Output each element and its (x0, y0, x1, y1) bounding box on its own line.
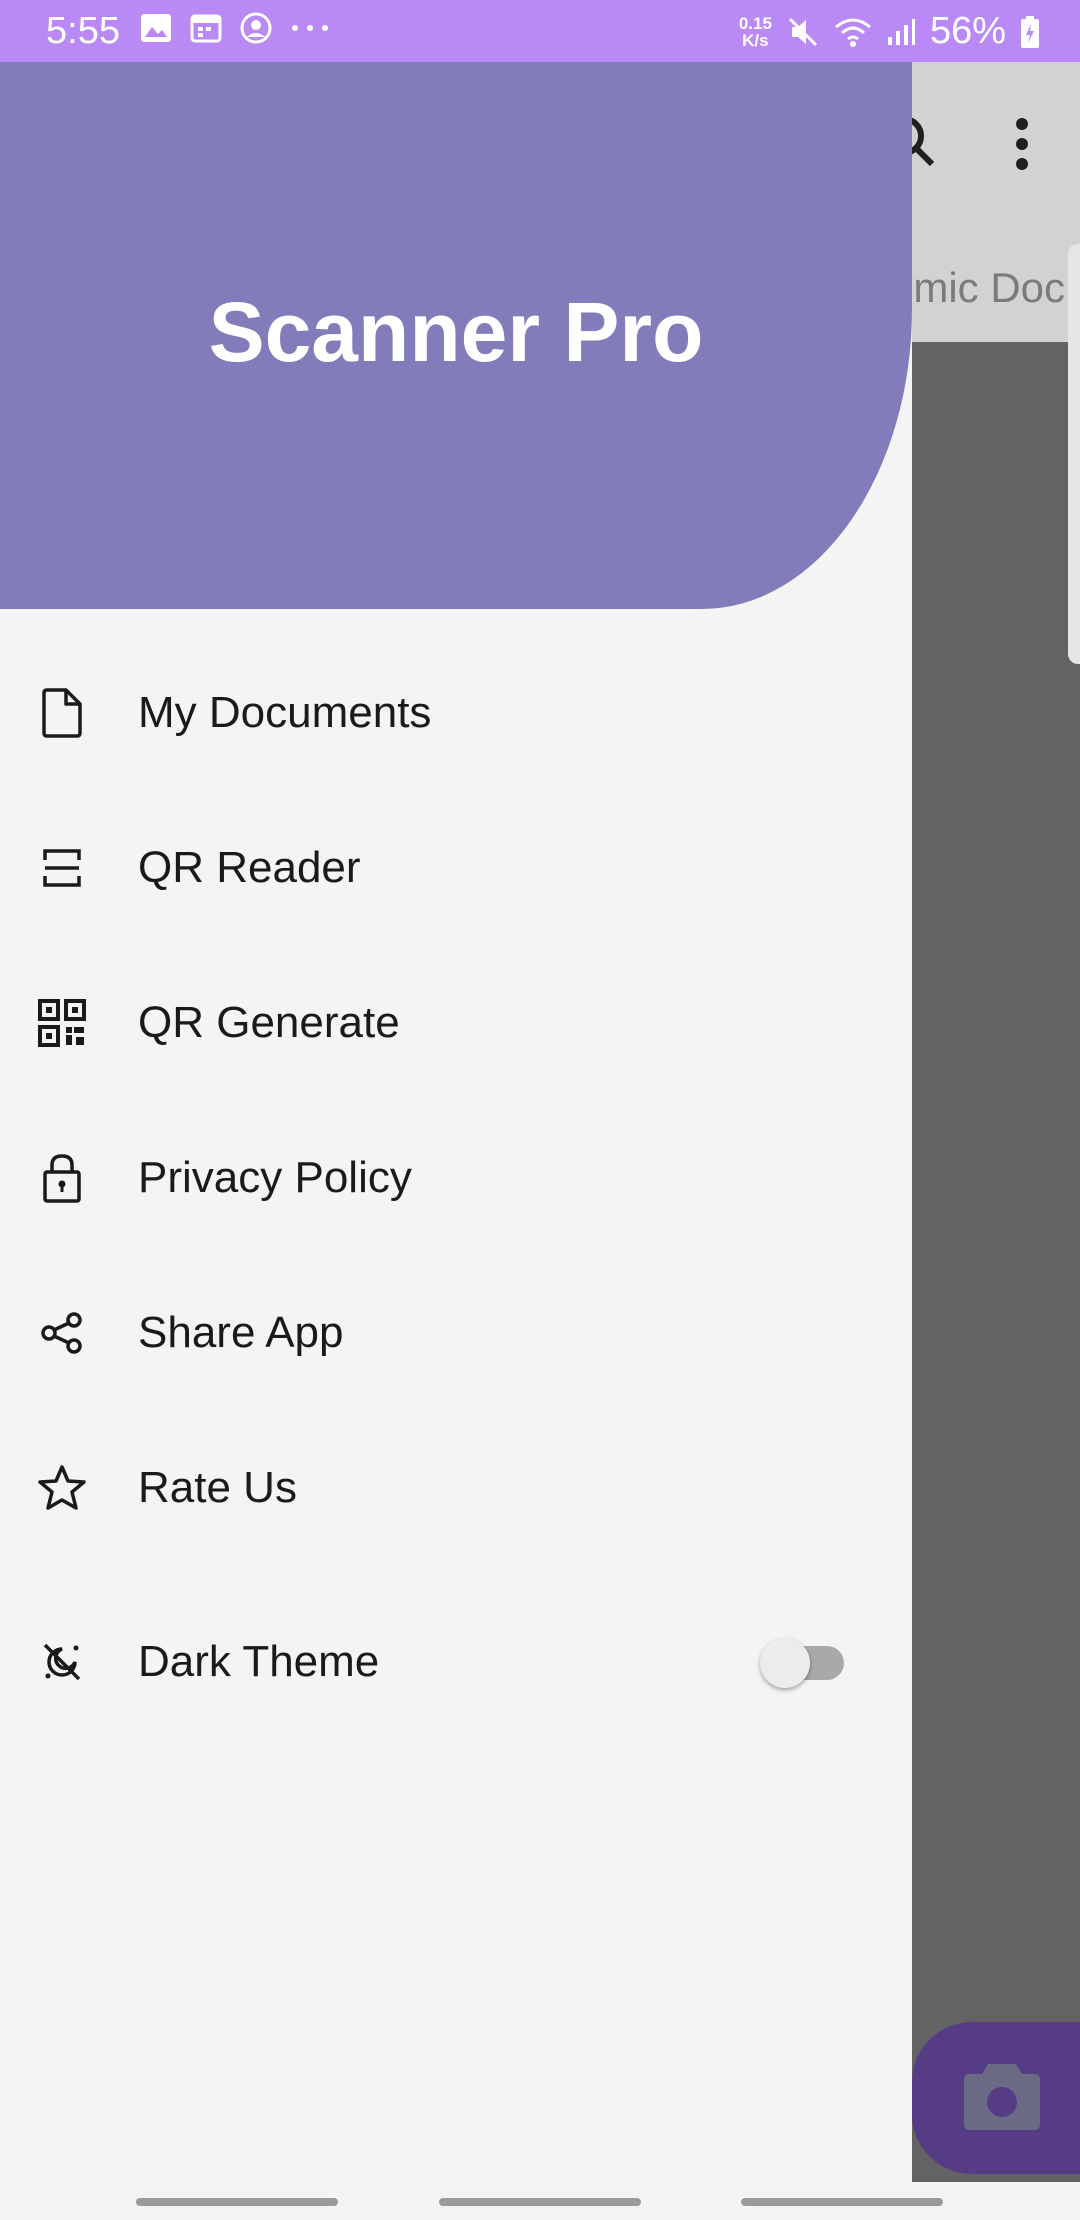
menu-item-rate-us[interactable]: Rate Us (0, 1413, 912, 1563)
menu-item-label: Rate Us (138, 1463, 297, 1512)
toggle-thumb (760, 1638, 810, 1688)
camera-fab (912, 2022, 1080, 2174)
dark-theme-label: Dark Theme (138, 1637, 380, 1686)
theme-icon (36, 1636, 88, 1688)
net-speed-value: 0.15 (738, 13, 772, 33)
net-speed: 0.15 K/s (739, 15, 772, 49)
menu-item-dark-theme[interactable]: Dark Theme (0, 1587, 912, 1737)
navigation-drawer: Scanner Pro My Documents QR Reader QR Ge… (0, 62, 912, 2182)
back-handle[interactable] (741, 2198, 943, 2206)
lock-icon (36, 1152, 88, 1204)
qr-code-icon (36, 997, 88, 1049)
share-icon (36, 1307, 88, 1359)
mute-icon (788, 17, 817, 46)
camera-icon (964, 2064, 1040, 2130)
menu-item-label: Share App (138, 1308, 344, 1357)
document-icon (36, 687, 88, 739)
background-tab-label: emic Doc (890, 264, 1066, 311)
menu-item-label: QR Generate (138, 998, 400, 1047)
star-icon (36, 1462, 88, 1514)
menu-item-label: My Documents (138, 688, 432, 737)
qr-scan-icon (36, 842, 88, 894)
home-handle[interactable] (439, 2198, 641, 2206)
drawer-header: Scanner Pro (0, 62, 912, 609)
net-speed-unit: K/s (742, 30, 769, 50)
battery-charging-icon (1021, 15, 1039, 48)
signal-icon (887, 18, 915, 45)
gallery-icon (141, 14, 171, 42)
wifi-icon (834, 18, 871, 47)
drawer-title: Scanner Pro (208, 285, 704, 379)
calendar-icon (190, 14, 222, 43)
more-notifications-icon (292, 25, 328, 31)
dark-theme-toggle[interactable] (760, 1632, 844, 1692)
battery-percent: 56% (929, 10, 1006, 52)
menu-item-my-documents[interactable]: My Documents (0, 638, 912, 788)
status-system-icons: 0.15 K/s 56% (739, 10, 1040, 53)
recent-apps-handle[interactable] (136, 2198, 338, 2206)
gesture-nav-bar (0, 2182, 1080, 2220)
status-notifications (140, 12, 330, 44)
account-icon (240, 12, 272, 44)
status-time: 5:55 (46, 10, 120, 52)
more-vert-icon (1016, 118, 1028, 170)
status-bar: 5:55 0.15 K/s 56% (0, 0, 1080, 62)
menu-item-qr-generate[interactable]: QR Generate (0, 948, 912, 1098)
menu-item-share-app[interactable]: Share App (0, 1258, 912, 1408)
menu-item-label: QR Reader (138, 843, 361, 892)
menu-item-privacy-policy[interactable]: Privacy Policy (0, 1103, 912, 1253)
background-scroll-edge (1068, 244, 1080, 664)
menu-item-label: Privacy Policy (138, 1153, 412, 1202)
menu-item-qr-reader[interactable]: QR Reader (0, 793, 912, 943)
